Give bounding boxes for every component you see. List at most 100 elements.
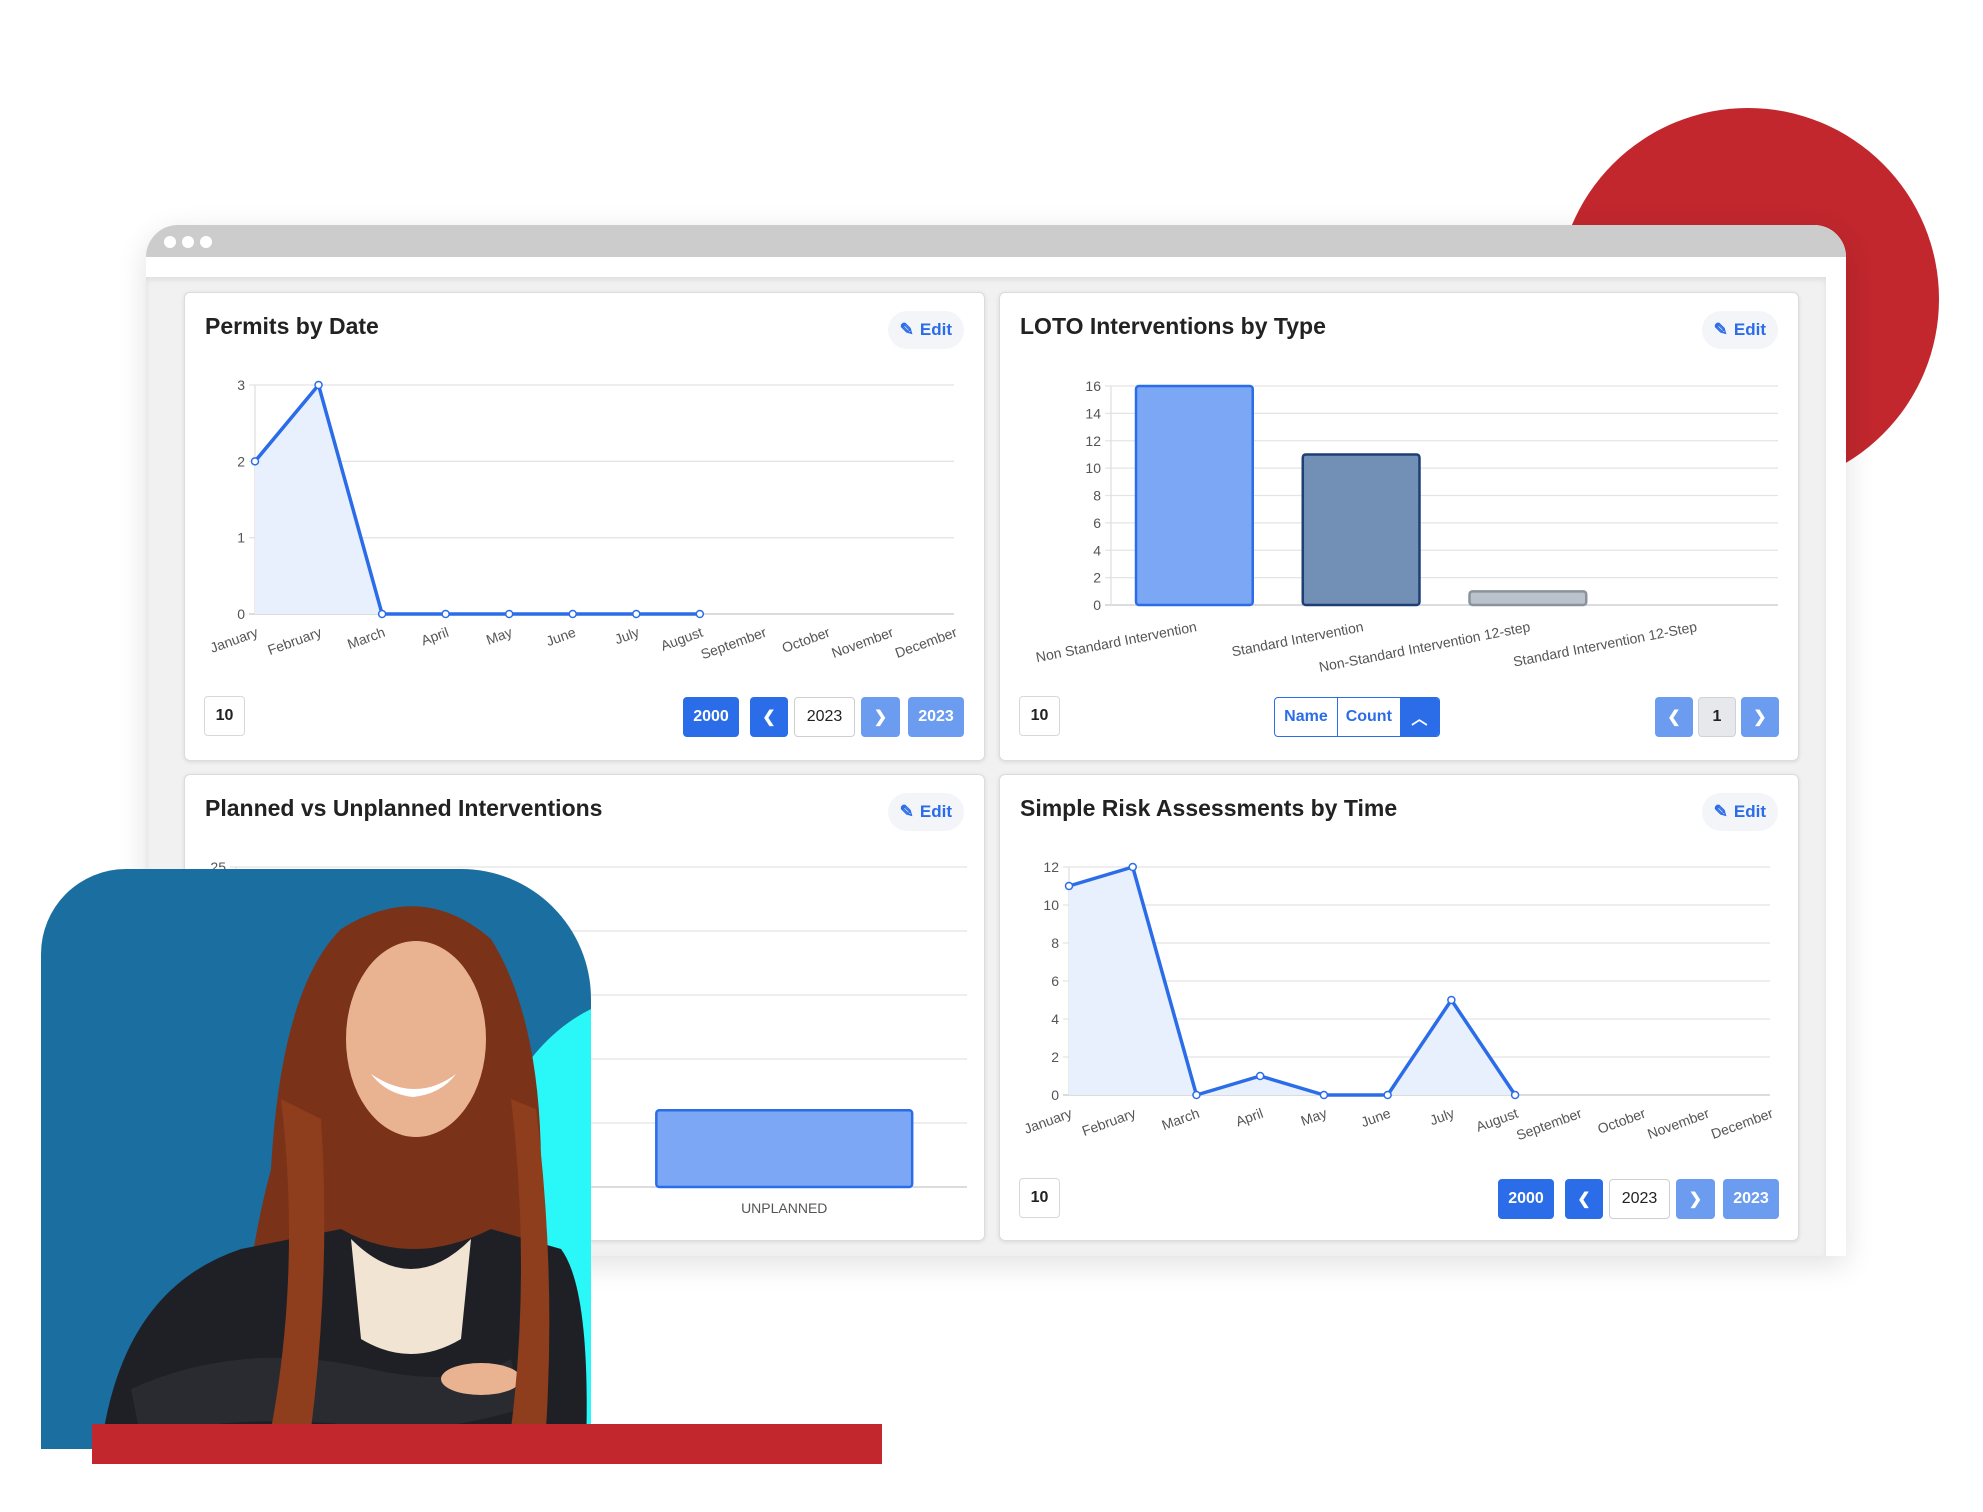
x-tick-label: February [1080, 1105, 1138, 1139]
window-dot-icon [200, 236, 212, 248]
y-tick-label: 2 [1051, 1049, 1059, 1065]
x-tick-label: June [1359, 1105, 1393, 1130]
chevron-left-icon: ❮ [1667, 709, 1681, 726]
x-tick-label: August [658, 624, 705, 654]
y-tick-label: 8 [1093, 488, 1101, 504]
window-dot-icon [164, 236, 176, 248]
data-point [1319, 1090, 1329, 1100]
area-fill [255, 385, 700, 614]
x-tick-label: August [1474, 1105, 1521, 1135]
chevron-left-icon: ❮ [762, 709, 776, 726]
x-tick-label: July [612, 624, 641, 648]
sort-by-count-button[interactable]: Count [1338, 698, 1400, 736]
x-tick-label: UNPLANNED [741, 1200, 827, 1216]
y-tick-label: 1 [237, 530, 245, 546]
y-tick-label: 4 [1093, 542, 1101, 558]
x-tick-label: December [1709, 1105, 1775, 1142]
data-point [1128, 862, 1137, 872]
previous-page-button[interactable]: ❮ [1655, 697, 1693, 737]
loto-interventions-card: LOTO Interventions by Type ✎ Edit 0 2 4 6 8 10… [999, 292, 1799, 761]
current-year-field[interactable]: 2023 [1609, 1179, 1670, 1219]
y-tick-label: 4 [1051, 1011, 1059, 1027]
y-tick-label: 16 [1085, 378, 1101, 394]
data-point [504, 609, 514, 619]
chevron-right-icon: ❯ [1688, 1191, 1703, 1208]
current-year-field[interactable]: 2023 [794, 697, 855, 737]
data-point [441, 609, 450, 619]
chevron-left-icon: ❮ [1577, 1191, 1591, 1208]
next-year-button[interactable]: ❯ [1676, 1179, 1715, 1219]
chevron-right-icon: ❯ [873, 709, 888, 726]
data-point [1383, 1090, 1392, 1100]
y-tick-label: 0 [237, 606, 245, 622]
window-dot-icon [182, 236, 194, 248]
bar [1134, 384, 1254, 607]
x-tick-label: November [1645, 1105, 1711, 1142]
data-point [1064, 881, 1074, 891]
current-page[interactable]: 1 [1698, 697, 1736, 737]
person-photo [41, 869, 591, 1449]
y-tick-label: 10 [1043, 897, 1059, 913]
y-tick-label: 3 [237, 377, 245, 393]
chevron-right-icon: ❯ [1753, 709, 1767, 726]
x-tick-label: July [1428, 1105, 1457, 1129]
permits-line-chart: 0 1 2 3 January February March April May June July… [208, 377, 960, 663]
x-tick-label: April [1233, 1105, 1265, 1130]
y-tick-label: 12 [1085, 433, 1101, 449]
data-point [377, 609, 387, 619]
x-tick-label: March [345, 624, 387, 652]
next-year-button[interactable]: ❯ [861, 697, 900, 737]
x-tick-label: May [484, 624, 514, 648]
y-tick-label: 2 [237, 453, 245, 469]
start-year-button[interactable]: 2000 [683, 697, 739, 737]
y-tick-label: 14 [1085, 405, 1101, 421]
previous-year-button[interactable]: ❮ [750, 697, 788, 737]
x-tick-label: November [829, 624, 895, 661]
data-point [1192, 1090, 1201, 1100]
x-tick-label: Non Standard Intervention [1034, 618, 1198, 665]
start-year-button[interactable]: 2000 [1498, 1179, 1554, 1219]
y-tick-label: 8 [1051, 935, 1059, 951]
data-point [632, 609, 641, 619]
risk-assessments-card: Simple Risk Assessments by Time ✎ Edit 02… [999, 774, 1799, 1241]
x-tick-label: April [419, 624, 451, 649]
y-tick-label: 12 [1043, 859, 1059, 875]
y-tick-label: 2 [1093, 570, 1101, 586]
y-tick-label: 6 [1093, 515, 1101, 531]
x-tick-label: September [1514, 1105, 1584, 1144]
y-tick-label: 6 [1051, 973, 1059, 989]
decorative-red-bar [92, 1424, 882, 1464]
chevron-up-icon: ︿ [1411, 711, 1428, 728]
x-tick-label: May [1299, 1105, 1329, 1129]
end-year-button[interactable]: 2023 [1723, 1179, 1779, 1219]
y-tick-label: 10 [1085, 460, 1101, 476]
previous-year-button[interactable]: ❮ [1565, 1179, 1603, 1219]
data-point [1255, 1071, 1265, 1081]
x-tick-label: January [208, 624, 260, 656]
x-tick-label: October [780, 624, 833, 656]
next-page-button[interactable]: ❯ [1741, 697, 1779, 737]
bar [1468, 590, 1588, 607]
permits-by-date-card: Permits by Date ✎ Edit 0 1 2 3 January Februar… [184, 292, 985, 761]
x-tick-label: Standard Intervention 12-Step [1512, 618, 1699, 669]
page-size-button[interactable]: 10 [1019, 1178, 1060, 1218]
data-point [314, 380, 323, 390]
page-size-button[interactable]: 10 [1019, 696, 1060, 736]
x-tick-label: March [1159, 1105, 1201, 1133]
risk-line-chart: 0 2 4 6 8 10 12 January February March April May Jun… [1022, 859, 1776, 1144]
end-year-button[interactable]: 2023 [908, 697, 964, 737]
window-titlebar [146, 225, 1846, 257]
sort-toggle-group: Name Count ︿ [1274, 697, 1440, 737]
y-tick-label: 0 [1051, 1087, 1059, 1103]
loto-bar-chart: 0 2 4 6 8 10 12 14 16 Non Standard Intervention St… [1034, 378, 1778, 675]
x-tick-label: December [893, 624, 959, 661]
x-tick-label: October [1595, 1105, 1648, 1137]
sort-direction-button[interactable]: ︿ [1399, 698, 1439, 736]
sort-by-name-button[interactable]: Name [1275, 698, 1338, 736]
x-tick-label: February [265, 624, 323, 658]
data-point [250, 457, 260, 466]
x-tick-label: January [1022, 1105, 1074, 1137]
x-tick-label: September [699, 624, 769, 663]
page-size-button[interactable]: 10 [204, 696, 245, 736]
y-tick-label: 0 [1093, 597, 1101, 613]
